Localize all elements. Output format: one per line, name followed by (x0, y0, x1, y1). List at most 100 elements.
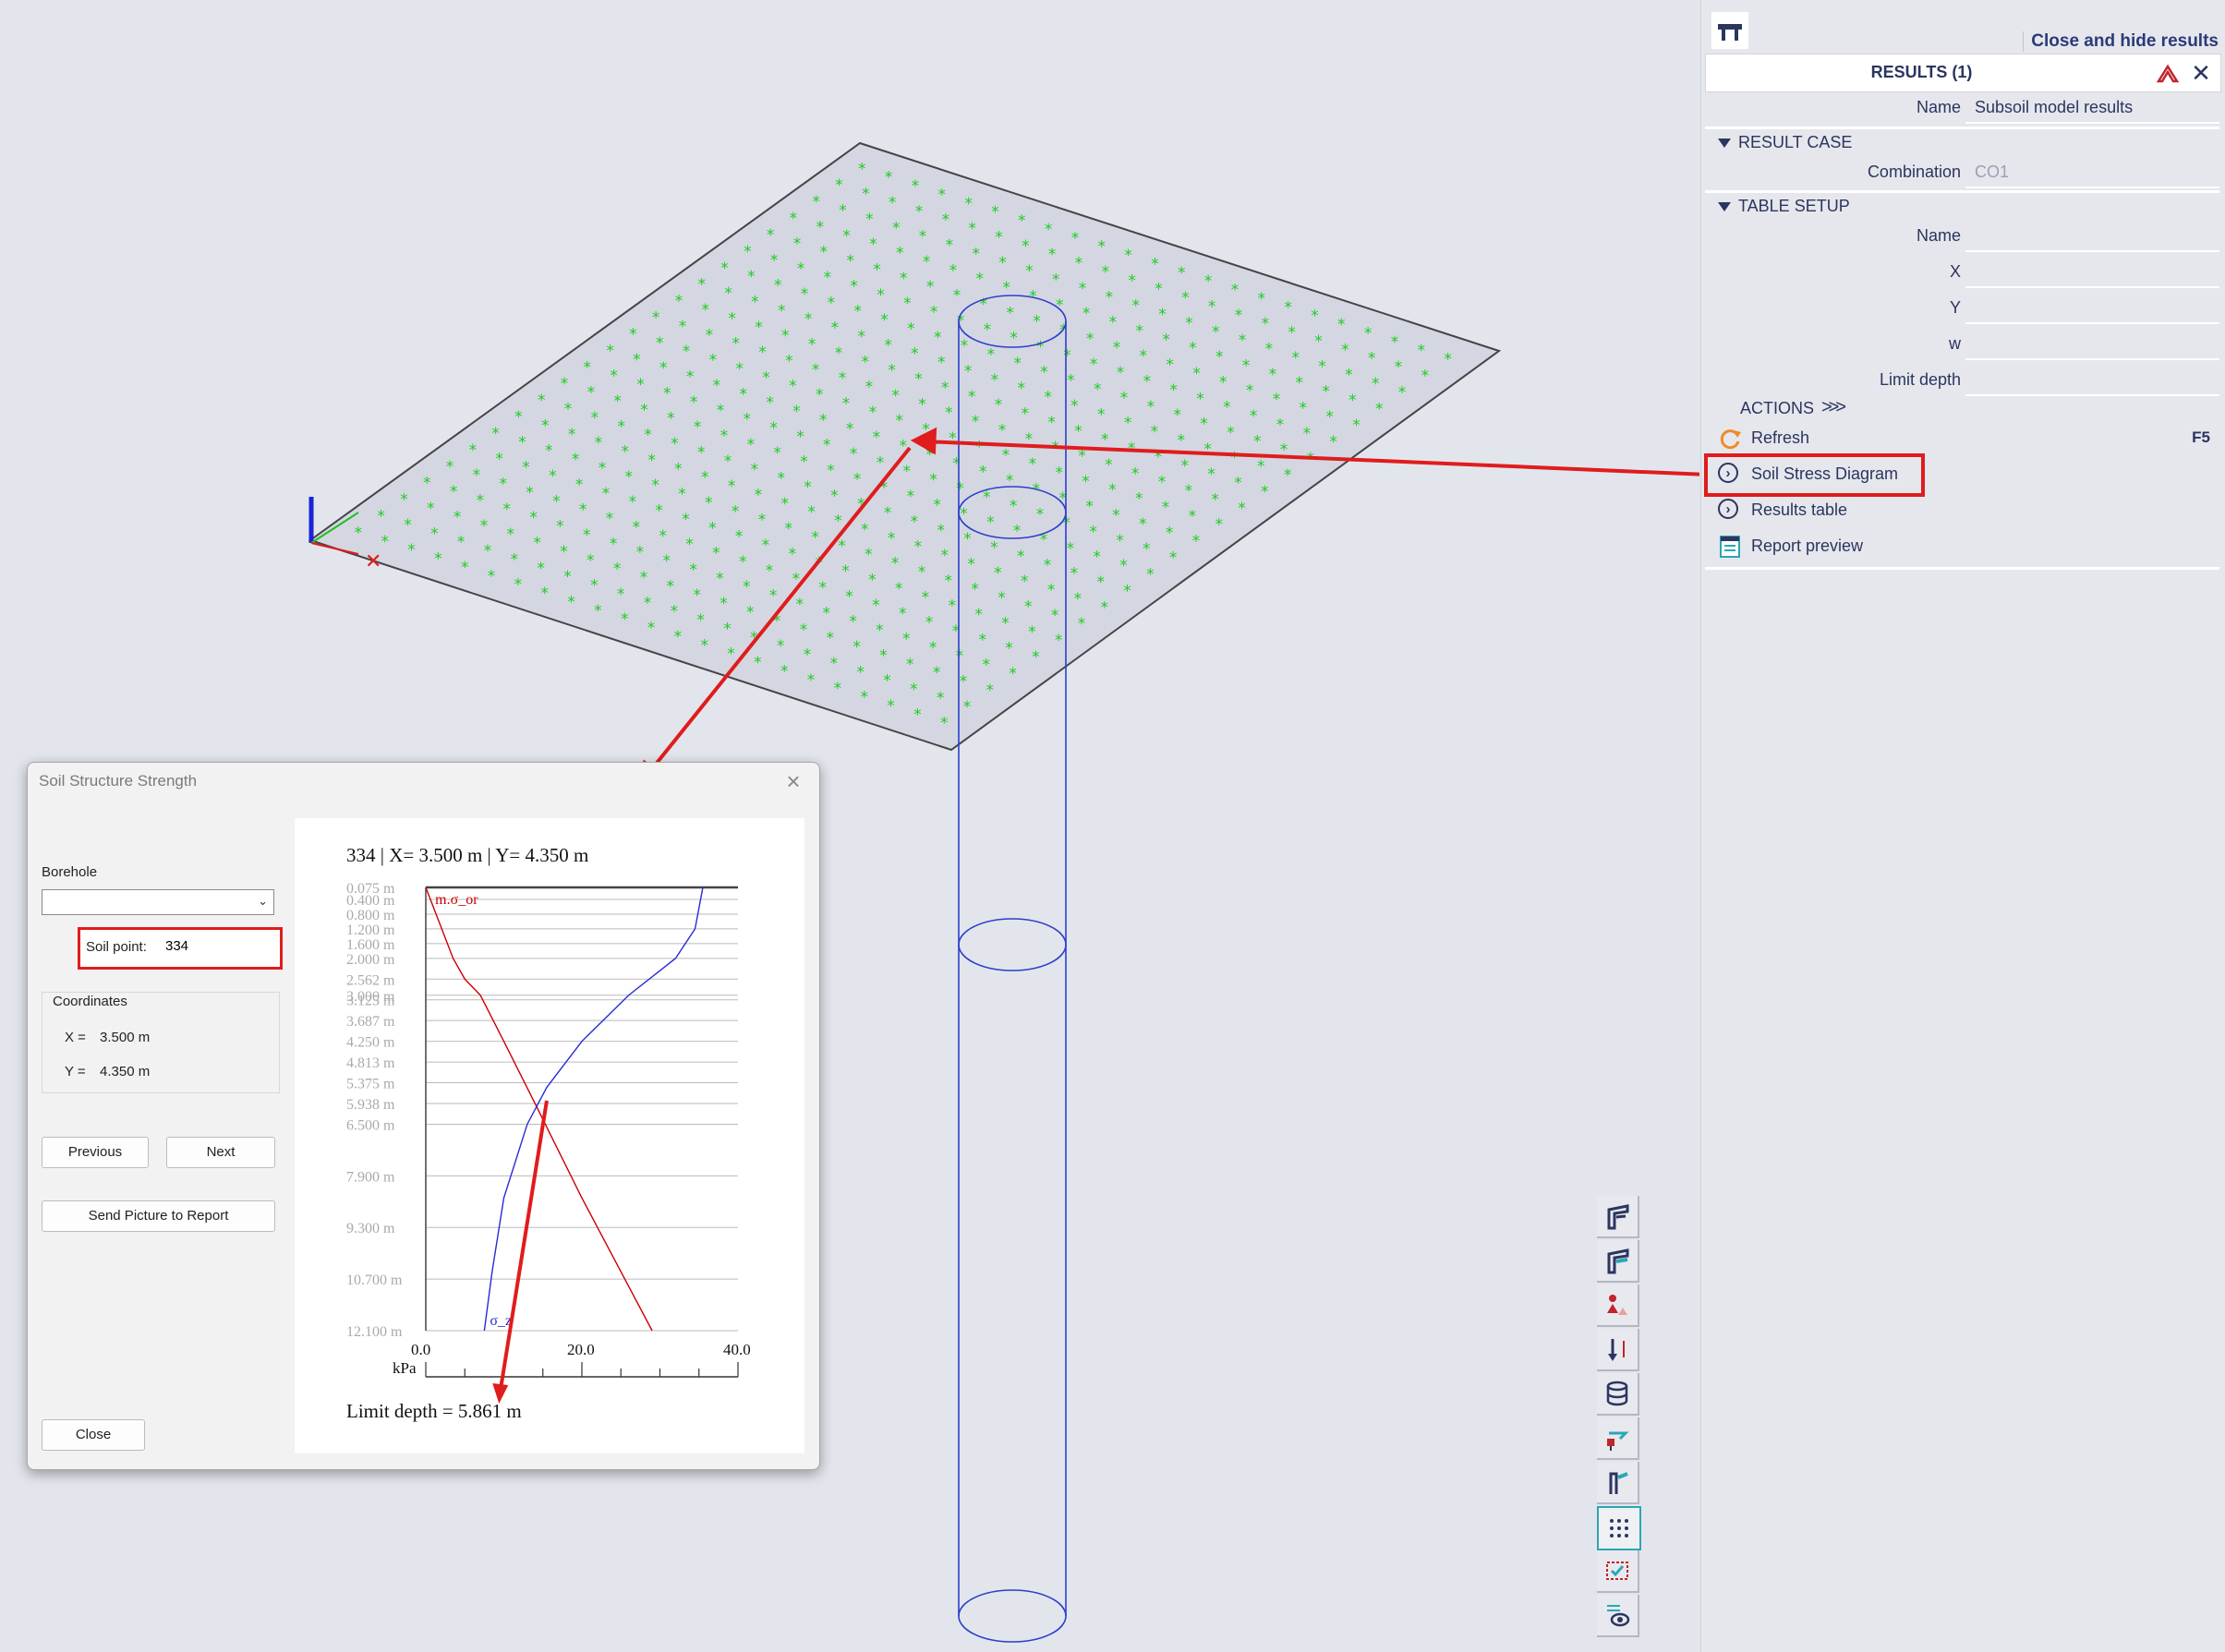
soil-point-marker[interactable]: * (1395, 358, 1403, 377)
soil-point-marker[interactable]: * (636, 376, 645, 394)
soil-point-marker[interactable]: * (1246, 382, 1254, 401)
soil-point-marker[interactable]: * (1140, 347, 1148, 366)
soil-point-marker[interactable]: * (967, 555, 975, 573)
soil-point-marker[interactable]: * (561, 375, 569, 393)
soil-point-marker[interactable]: * (862, 353, 870, 371)
soil-point-marker[interactable]: * (834, 512, 842, 531)
soil-point-marker[interactable]: * (591, 409, 599, 428)
soil-point-marker[interactable]: * (744, 243, 752, 261)
soil-point-marker[interactable]: * (1325, 408, 1334, 427)
soil-point-marker[interactable]: * (538, 392, 546, 410)
soil-point-marker[interactable]: * (933, 664, 941, 682)
soil-point-marker[interactable]: * (1185, 482, 1193, 500)
soil-point-marker[interactable]: * (674, 460, 683, 478)
soil-point-marker[interactable]: * (1261, 483, 1269, 501)
soil-point-marker[interactable]: * (1044, 389, 1052, 407)
soil-point-marker[interactable]: * (781, 327, 790, 345)
soil-point-marker[interactable]: * (1106, 288, 1114, 307)
soil-point-marker[interactable]: * (747, 436, 756, 454)
soil-point-marker[interactable]: * (998, 589, 1006, 608)
soil-point-marker[interactable]: * (355, 524, 363, 542)
soil-point-marker[interactable]: * (377, 508, 385, 526)
soil-point-marker[interactable]: * (1211, 490, 1219, 509)
soil-stress-diagram-action[interactable]: › Soil Stress Diagram (1704, 453, 2219, 497)
soil-point-marker[interactable]: * (1227, 424, 1235, 442)
soil-point-marker[interactable]: * (457, 534, 466, 552)
members-teal-icon[interactable] (1597, 1240, 1639, 1283)
soil-point-marker[interactable]: * (652, 309, 660, 328)
soil-point-marker[interactable]: * (919, 228, 927, 247)
soil-point-marker[interactable]: * (1322, 383, 1330, 402)
soil-point-marker[interactable]: * (1151, 255, 1159, 273)
soil-point-marker[interactable]: * (1375, 400, 1384, 418)
soil-point-marker[interactable]: * (785, 520, 793, 538)
soil-point-marker[interactable]: * (663, 384, 671, 403)
soil-point-marker[interactable]: * (1284, 298, 1292, 317)
soil-point-marker[interactable]: * (929, 471, 937, 489)
soil-point-marker[interactable]: * (599, 459, 607, 477)
soil-point-marker[interactable]: * (830, 655, 839, 673)
selection-check-icon[interactable] (1597, 1550, 1639, 1593)
soil-point-marker[interactable]: * (914, 538, 923, 557)
soil-point-marker[interactable]: * (839, 202, 847, 221)
soil-point-marker[interactable]: * (819, 411, 828, 429)
soil-point-marker[interactable]: * (1033, 313, 1041, 332)
soil-point-marker[interactable]: * (706, 326, 714, 344)
soil-point-marker[interactable]: * (856, 663, 865, 681)
soil-point-marker[interactable]: * (1147, 398, 1155, 416)
soil-point-marker[interactable]: * (883, 672, 891, 691)
soil-point-marker[interactable]: * (912, 177, 920, 196)
soil-point-marker[interactable]: * (778, 302, 786, 320)
soil-point-marker[interactable]: * (956, 480, 964, 499)
soil-point-marker[interactable]: * (929, 639, 937, 657)
soil-point-marker[interactable]: * (1009, 665, 1017, 683)
soil-point-marker[interactable]: * (1444, 351, 1452, 369)
soil-point-marker[interactable]: * (678, 486, 686, 504)
soil-point-marker[interactable]: * (1234, 475, 1242, 493)
soil-point-marker[interactable]: * (971, 581, 979, 599)
soil-point-marker[interactable]: * (728, 477, 736, 496)
soil-point-marker[interactable]: * (1253, 432, 1262, 451)
soil-point-marker[interactable]: * (1131, 297, 1140, 316)
soil-point-marker[interactable]: * (1120, 389, 1129, 407)
soil-point-marker[interactable]: * (679, 318, 687, 336)
soil-point-marker[interactable]: * (644, 594, 652, 612)
soil-point-marker[interactable]: * (1082, 473, 1090, 491)
soil-point-marker[interactable]: * (499, 476, 507, 494)
soil-point-marker[interactable]: * (804, 310, 813, 329)
soil-point-marker[interactable]: * (1146, 565, 1155, 584)
soil-point-marker[interactable]: * (888, 529, 896, 548)
soil-point-marker[interactable]: * (964, 195, 973, 213)
soil-point-marker[interactable]: * (827, 630, 835, 648)
soil-point-marker[interactable]: * (995, 396, 1003, 415)
soil-point-marker[interactable]: * (427, 500, 435, 518)
soil-point-marker[interactable]: * (1143, 540, 1151, 559)
soil-point-marker[interactable]: * (1022, 405, 1030, 424)
soil-point-marker[interactable]: * (964, 362, 973, 380)
soil-point-marker[interactable]: * (963, 530, 972, 549)
soil-point-marker[interactable]: * (1022, 237, 1030, 256)
soil-point-marker[interactable]: * (1258, 290, 1266, 308)
soil-point-marker[interactable]: * (1166, 524, 1174, 542)
soil-point-marker[interactable]: * (828, 294, 836, 312)
soil-point-marker[interactable]: * (755, 486, 763, 504)
soil-point-marker[interactable]: * (1352, 416, 1360, 435)
soil-point-marker[interactable]: * (895, 412, 903, 430)
soil-point-marker[interactable]: * (480, 517, 489, 536)
soil-point-marker[interactable]: * (1269, 366, 1277, 384)
soil-point-marker[interactable]: * (1318, 357, 1326, 376)
soil-point-marker[interactable]: * (956, 647, 964, 666)
soil-point-marker[interactable]: * (823, 437, 831, 455)
soil-point-marker[interactable]: * (1018, 212, 1026, 231)
soil-point-marker[interactable]: * (1303, 425, 1312, 443)
soil-point-marker[interactable]: * (976, 271, 985, 289)
soil-point-marker[interactable]: * (891, 555, 900, 573)
soil-point-marker[interactable]: * (701, 469, 709, 488)
soil-point-marker[interactable]: * (1192, 365, 1201, 383)
soil-point-marker[interactable]: * (896, 245, 904, 263)
soil-point-marker[interactable]: * (1098, 238, 1106, 257)
soil-point-marker[interactable]: * (1006, 472, 1014, 490)
soil-point-marker[interactable]: * (667, 410, 675, 428)
soil-point-marker[interactable]: * (1109, 314, 1118, 332)
soil-point-marker[interactable]: * (720, 259, 729, 278)
